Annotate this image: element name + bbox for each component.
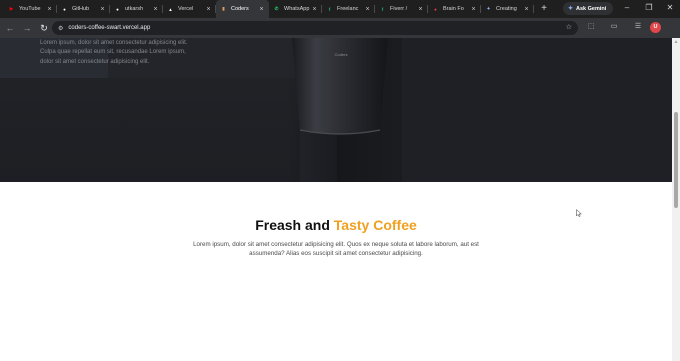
tab-label: Vercel xyxy=(178,6,194,12)
hero-section: Lorem ipsum, dolor sit amet consectetur … xyxy=(0,38,672,182)
tab-separator xyxy=(533,5,534,13)
browser-tab[interactable]: ● utkarsh × xyxy=(110,0,163,18)
browser-tab[interactable]: f Freelanc × xyxy=(322,0,375,18)
close-window-icon[interactable]: ✕ xyxy=(664,2,676,14)
close-tab-icon[interactable]: × xyxy=(205,6,212,13)
browser-tab[interactable]: f Fiverr / × xyxy=(375,0,428,18)
close-tab-icon[interactable]: × xyxy=(99,6,106,13)
page-viewport: Lorem ipsum, dolor sit amet consectetur … xyxy=(0,38,672,361)
close-tab-icon[interactable]: × xyxy=(417,6,424,13)
site-info-icon[interactable]: ⚙ xyxy=(58,25,63,32)
whatsapp-icon: ✆ xyxy=(274,6,279,11)
close-tab-icon[interactable]: × xyxy=(46,6,53,13)
browser-tab[interactable]: ✦ Creating × xyxy=(481,0,534,18)
browser-tab[interactable]: ▮ Coders × xyxy=(216,0,269,18)
profile-avatar[interactable]: U xyxy=(650,22,661,33)
ask-gemini-label: Ask Gemini xyxy=(576,5,607,12)
scroll-up-icon[interactable]: ▲ xyxy=(672,39,680,45)
fiverr-icon: f xyxy=(328,6,331,12)
minimize-icon[interactable]: – xyxy=(621,2,633,14)
fiverr-icon: f xyxy=(381,6,384,12)
tab-label: GitHub xyxy=(72,6,90,12)
mouse-cursor-icon xyxy=(576,204,582,217)
back-icon[interactable]: ← xyxy=(3,21,17,35)
tab-label: Brain Fo xyxy=(443,6,464,12)
tab-label: YouTube xyxy=(19,6,41,12)
pin-icon: ● xyxy=(434,6,437,12)
close-tab-icon[interactable]: × xyxy=(470,6,477,13)
extensions-icon[interactable]: ⬚ xyxy=(585,21,597,33)
tab-list: ▶ YouTube × ● GitHub × ● utkarsh × ▲ Vercel × ▮ Coder… xyxy=(0,0,550,18)
youtube-icon: ▶ xyxy=(9,6,14,11)
close-tab-icon[interactable]: × xyxy=(311,6,318,13)
tab-label: Fiverr / xyxy=(390,6,408,12)
reload-icon[interactable]: ↻ xyxy=(37,21,51,35)
cup-logo-text: Coders xyxy=(335,52,348,57)
section-description: Lorem ipsum, dolor sit amet consectetur … xyxy=(193,241,479,257)
restore-icon[interactable]: ❐ xyxy=(643,2,655,14)
browser-tab[interactable]: ▲ Vercel × xyxy=(163,0,216,18)
section-title: Freash and Tasty Coffee xyxy=(0,217,672,233)
section-title-plain: Freash and xyxy=(255,217,330,233)
vercel-icon: ▲ xyxy=(168,6,173,12)
bookmark-star-icon[interactable]: ☆ xyxy=(566,23,572,31)
github-icon: ● xyxy=(116,6,119,12)
github-icon: ● xyxy=(63,6,66,12)
close-tab-icon[interactable]: × xyxy=(364,6,371,13)
tab-label: Creating xyxy=(496,6,517,12)
coffee-icon: ▮ xyxy=(222,6,225,11)
coffee-cup-image: Coders xyxy=(292,38,388,135)
tab-strip: ▶ YouTube × ● GitHub × ● utkarsh × ▲ Vercel × ▮ Coder… xyxy=(0,0,680,18)
address-bar[interactable]: ⚙ coders-coffee-swart.vercel.app ☆ xyxy=(52,21,578,35)
ask-gemini-button[interactable]: ✦ Ask Gemini xyxy=(563,2,613,15)
close-tab-icon[interactable]: × xyxy=(152,6,159,13)
new-tab-button[interactable]: + xyxy=(538,3,550,15)
hero-paragraph: Lorem ipsum, dolor sit amet consectetur … xyxy=(40,40,188,65)
side-panel-icon[interactable]: ▭ xyxy=(608,21,620,33)
browser-tab[interactable]: ✆ WhatsApp × xyxy=(269,0,322,18)
page-scrollbar[interactable]: ▲ xyxy=(672,38,680,361)
gemini-icon: ✦ xyxy=(568,6,574,12)
tab-label: Coders xyxy=(231,6,249,12)
browser-tab[interactable]: ● Brain Fo × xyxy=(428,0,481,18)
close-tab-icon[interactable]: × xyxy=(258,6,265,13)
reading-list-icon[interactable]: ☰ xyxy=(632,21,644,33)
gemini-icon: ✦ xyxy=(486,6,491,11)
browser-toolbar: ← → ↻ ⚙ coders-coffee-swart.vercel.app ☆ xyxy=(0,18,680,38)
section-title-accent: Tasty Coffee xyxy=(333,217,417,233)
scroll-thumb[interactable] xyxy=(674,112,678,208)
browser-tab[interactable]: ▶ YouTube × xyxy=(4,0,57,18)
close-tab-icon[interactable]: × xyxy=(523,6,530,13)
tab-label: Freelanc xyxy=(337,6,359,12)
tab-label: utkarsh xyxy=(125,6,144,12)
tab-label: WhatsApp xyxy=(284,6,310,12)
hero-background xyxy=(0,78,300,182)
forward-icon[interactable]: → xyxy=(20,21,34,35)
browser-tab[interactable]: ● GitHub × xyxy=(57,0,110,18)
url-text: coders-coffee-swart.vercel.app xyxy=(68,25,151,31)
